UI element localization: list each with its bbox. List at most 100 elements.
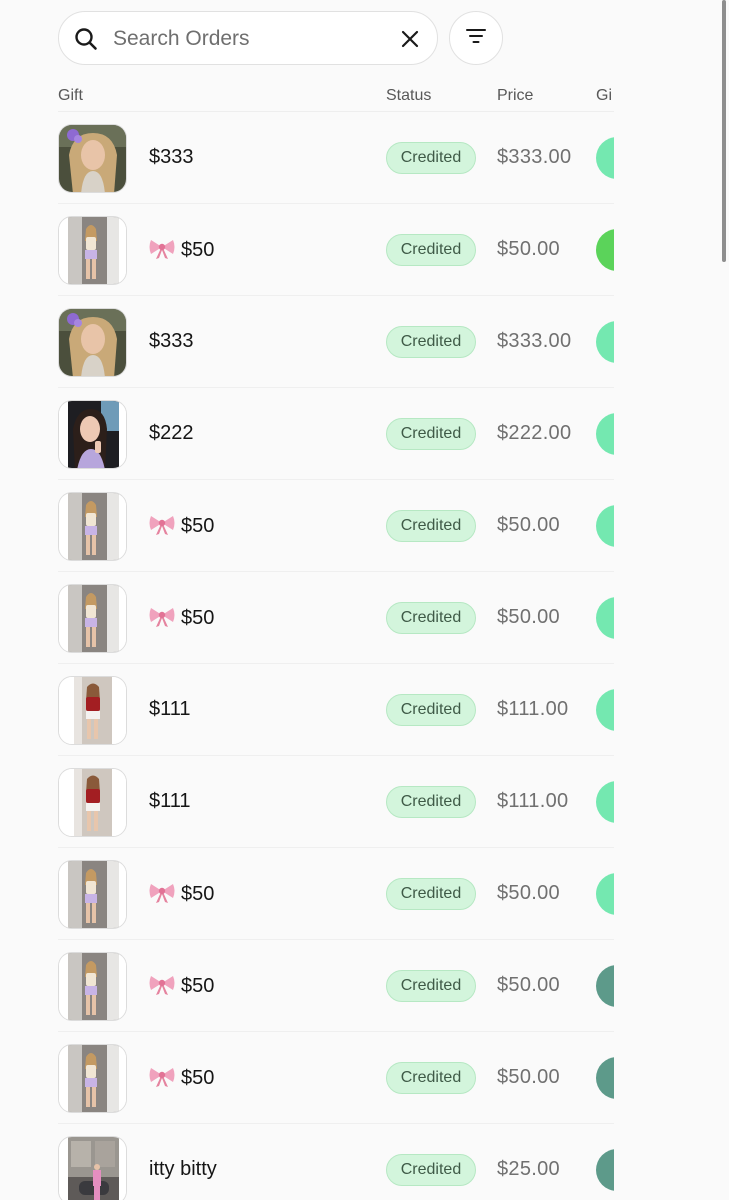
gifter-avatar[interactable] [596,137,614,179]
gifter-avatar[interactable] [596,1057,614,1099]
status-badge: Credited [386,142,476,174]
gift-name-text: $50 [181,239,215,261]
gift-name-text: $50 [181,607,215,629]
table-row[interactable]: $50 Credited $50.00 [58,204,614,296]
gifter-avatar[interactable] [596,229,614,271]
price-value: $50.00 [497,606,560,628]
table-row[interactable]: $333 Credited $333.00 [58,112,614,204]
gift-thumbnail[interactable] [58,860,127,929]
gift-name: $50 [149,514,214,538]
gifter-avatar[interactable] [596,689,614,731]
search-bar[interactable] [58,11,438,65]
gift-thumbnail[interactable] [58,1044,127,1113]
filter-button[interactable] [449,11,503,65]
gift-thumbnail[interactable] [58,124,127,193]
gift-name-text: $111 [149,698,191,720]
orders-page: Gift Status Price Gi $333 Credited $333.00 [0,0,729,1200]
table-row[interactable]: $50 Credited $50.00 [58,848,614,940]
gift-name-text: $50 [181,975,215,997]
gift-name-text: $50 [181,883,215,905]
gift-thumbnail[interactable] [58,400,127,469]
gift-thumbnail[interactable] [58,676,127,745]
gifter-avatar[interactable] [596,1149,614,1191]
gift-name-text: $50 [181,1067,215,1089]
gift-name-text: $333 [149,330,194,352]
gift-name: itty bitty [149,1158,217,1181]
gift-thumbnail[interactable] [58,1136,127,1200]
gifter-avatar[interactable] [596,781,614,823]
gifter-avatar[interactable] [596,505,614,547]
close-icon[interactable] [397,26,423,52]
gift-name-text: itty bitty [149,1158,217,1180]
gift-thumbnail[interactable] [58,584,127,653]
gift-name-text: $111 [149,790,191,812]
price-value: $50.00 [497,974,560,996]
bow-icon [149,515,181,537]
gift-name: $333 [149,330,194,353]
price-value: $333.00 [497,146,572,168]
bow-icon [149,1067,181,1089]
table-row[interactable]: $111 Credited $111.00 [58,756,614,848]
column-header-status[interactable]: Status [386,87,431,105]
gift-name: $50 [149,882,214,906]
price-value: $50.00 [497,238,560,260]
gift-thumbnail[interactable] [58,492,127,561]
gifter-avatar[interactable] [596,597,614,639]
gifter-avatar[interactable] [596,413,614,455]
status-badge: Credited [386,1062,476,1094]
status-badge: Credited [386,1154,476,1186]
gift-name-text: $50 [181,515,215,537]
gift-thumbnail[interactable] [58,768,127,837]
table-row[interactable]: $50 Credited $50.00 [58,1032,614,1124]
column-header-gifter[interactable]: Gi [596,87,614,105]
price-value: $50.00 [497,882,560,904]
status-badge: Credited [386,418,476,450]
column-header-gift[interactable]: Gift [58,87,83,105]
status-badge: Credited [386,970,476,1002]
status-badge: Credited [386,602,476,634]
gift-thumbnail[interactable] [58,952,127,1021]
table-row[interactable]: itty bitty Credited $25.00 [58,1124,614,1200]
gifter-avatar[interactable] [596,965,614,1007]
table-header: Gift Status Price Gi [58,84,614,112]
bow-icon [149,239,181,261]
price-value: $333.00 [497,330,572,352]
gift-thumbnail[interactable] [58,308,127,377]
status-badge: Credited [386,694,476,726]
price-value: $111.00 [497,790,569,812]
bow-icon [149,883,181,905]
status-badge: Credited [386,234,476,266]
bow-icon [149,607,181,629]
orders-table: $333 Credited $333.00 $50 Credited $50.00 $3… [58,112,614,1200]
price-value: $111.00 [497,698,569,720]
table-row[interactable]: $50 Credited $50.00 [58,940,614,1032]
price-value: $222.00 [497,422,572,444]
gift-thumbnail[interactable] [58,216,127,285]
gift-name: $111 [149,698,191,721]
gift-name: $50 [149,1066,214,1090]
gift-name-text: $333 [149,146,194,168]
table-row[interactable]: $50 Credited $50.00 [58,572,614,664]
status-badge: Credited [386,510,476,542]
gifter-avatar[interactable] [596,321,614,363]
gifter-avatar[interactable] [596,873,614,915]
scrollbar[interactable] [719,0,729,1200]
column-header-price[interactable]: Price [497,87,533,105]
table-row[interactable]: $222 Credited $222.00 [58,388,614,480]
gift-name: $50 [149,238,214,262]
table-row[interactable]: $50 Credited $50.00 [58,480,614,572]
status-badge: Credited [386,786,476,818]
search-input[interactable] [113,24,383,54]
gift-name: $50 [149,974,214,998]
status-badge: Credited [386,326,476,358]
scrollbar-thumb[interactable] [722,0,726,262]
bow-icon [149,975,181,997]
gift-name: $50 [149,606,214,630]
table-row[interactable]: $333 Credited $333.00 [58,296,614,388]
orders-list: $333 Credited $333.00 $50 Credited $50.00 $3… [58,112,614,1200]
price-value: $25.00 [497,1158,560,1180]
table-row[interactable]: $111 Credited $111.00 [58,664,614,756]
gift-name: $222 [149,422,194,445]
gift-name-text: $222 [149,422,194,444]
price-value: $50.00 [497,514,560,536]
